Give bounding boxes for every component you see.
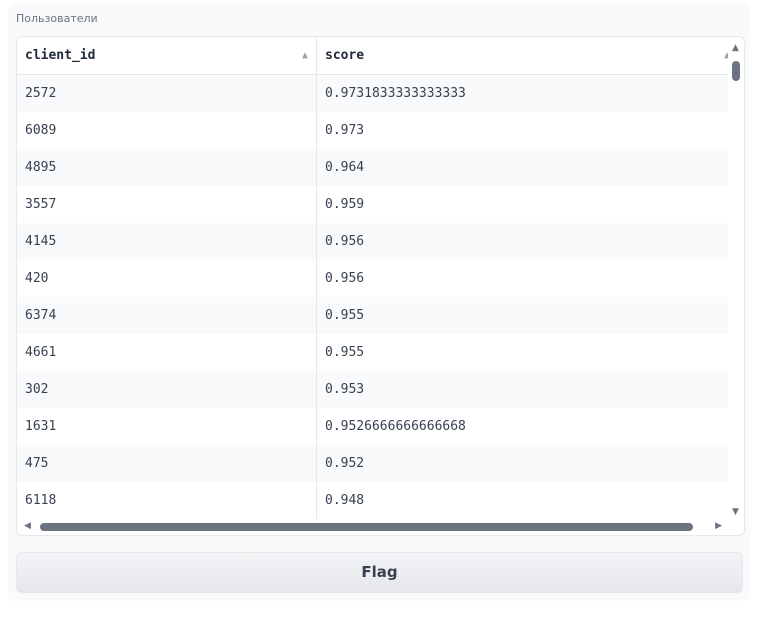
cell-client-id[interactable]: 6089 [17, 112, 317, 149]
column-header-score[interactable]: score ▲ [317, 37, 730, 74]
cell-client-id[interactable]: 475 [17, 445, 317, 482]
users-panel: Пользователи client_id ▲ score ▲ 2572 0.… [8, 3, 751, 601]
table-row[interactable]: 6089 0.973 [17, 112, 728, 149]
table-row[interactable]: 6118 0.948 [17, 482, 728, 519]
cell-score[interactable]: 0.952 [317, 445, 728, 482]
table-row[interactable]: 1631 0.9526666666666668 [17, 408, 728, 445]
cell-score[interactable]: 0.973 [317, 112, 728, 149]
cell-score[interactable]: 0.9526666666666668 [317, 408, 728, 445]
table-header: client_id ▲ score ▲ [17, 37, 730, 75]
column-header-label: client_id [25, 48, 96, 63]
table-body: 2572 0.9731833333333333 6089 0.973 4895 … [17, 75, 728, 519]
scroll-left-icon[interactable]: ◀ [24, 521, 31, 531]
table-row[interactable]: 4895 0.964 [17, 149, 728, 186]
table-row[interactable]: 420 0.956 [17, 260, 728, 297]
scroll-down-icon[interactable]: ▼ [732, 507, 739, 517]
column-header-client-id[interactable]: client_id ▲ [17, 37, 317, 74]
table-row[interactable]: 302 0.953 [17, 371, 728, 408]
cell-client-id[interactable]: 4145 [17, 223, 317, 260]
column-header-label: score [325, 48, 365, 63]
horizontal-scrollbar[interactable]: ◀ ▶ [17, 519, 728, 535]
cell-score[interactable]: 0.948 [317, 482, 728, 519]
cell-score[interactable]: 0.959 [317, 186, 728, 223]
cell-client-id[interactable]: 3557 [17, 186, 317, 223]
cell-client-id[interactable]: 2572 [17, 75, 317, 112]
cell-score[interactable]: 0.9731833333333333 [317, 75, 728, 112]
cell-client-id[interactable]: 420 [17, 260, 317, 297]
scroll-up-icon[interactable]: ▲ [732, 43, 739, 53]
flag-button[interactable]: Flag [16, 552, 743, 593]
cell-score[interactable]: 0.955 [317, 297, 728, 334]
cell-client-id[interactable]: 302 [17, 371, 317, 408]
cell-score[interactable]: 0.956 [317, 260, 728, 297]
table-row[interactable]: 3557 0.959 [17, 186, 728, 223]
table-row[interactable]: 475 0.952 [17, 445, 728, 482]
horizontal-scroll-thumb[interactable] [40, 523, 693, 531]
cell-client-id[interactable]: 4895 [17, 149, 317, 186]
table-row[interactable]: 2572 0.9731833333333333 [17, 75, 728, 112]
vertical-scroll-thumb[interactable] [732, 61, 740, 81]
table-row[interactable]: 4145 0.956 [17, 223, 728, 260]
cell-score[interactable]: 0.953 [317, 371, 728, 408]
cell-client-id[interactable]: 6118 [17, 482, 317, 519]
panel-label: Пользователи [16, 12, 98, 25]
cell-score[interactable]: 0.964 [317, 149, 728, 186]
table-row[interactable]: 4661 0.955 [17, 334, 728, 371]
cell-client-id[interactable]: 4661 [17, 334, 317, 371]
cell-client-id[interactable]: 6374 [17, 297, 317, 334]
vertical-scrollbar[interactable]: ▲ ▼ [728, 37, 744, 519]
cell-score[interactable]: 0.955 [317, 334, 728, 371]
table-row[interactable]: 6374 0.955 [17, 297, 728, 334]
data-table: client_id ▲ score ▲ 2572 0.9731833333333… [16, 36, 745, 536]
cell-client-id[interactable]: 1631 [17, 408, 317, 445]
sort-up-icon[interactable]: ▲ [302, 37, 308, 74]
cell-score[interactable]: 0.956 [317, 223, 728, 260]
scroll-right-icon[interactable]: ▶ [715, 521, 722, 531]
